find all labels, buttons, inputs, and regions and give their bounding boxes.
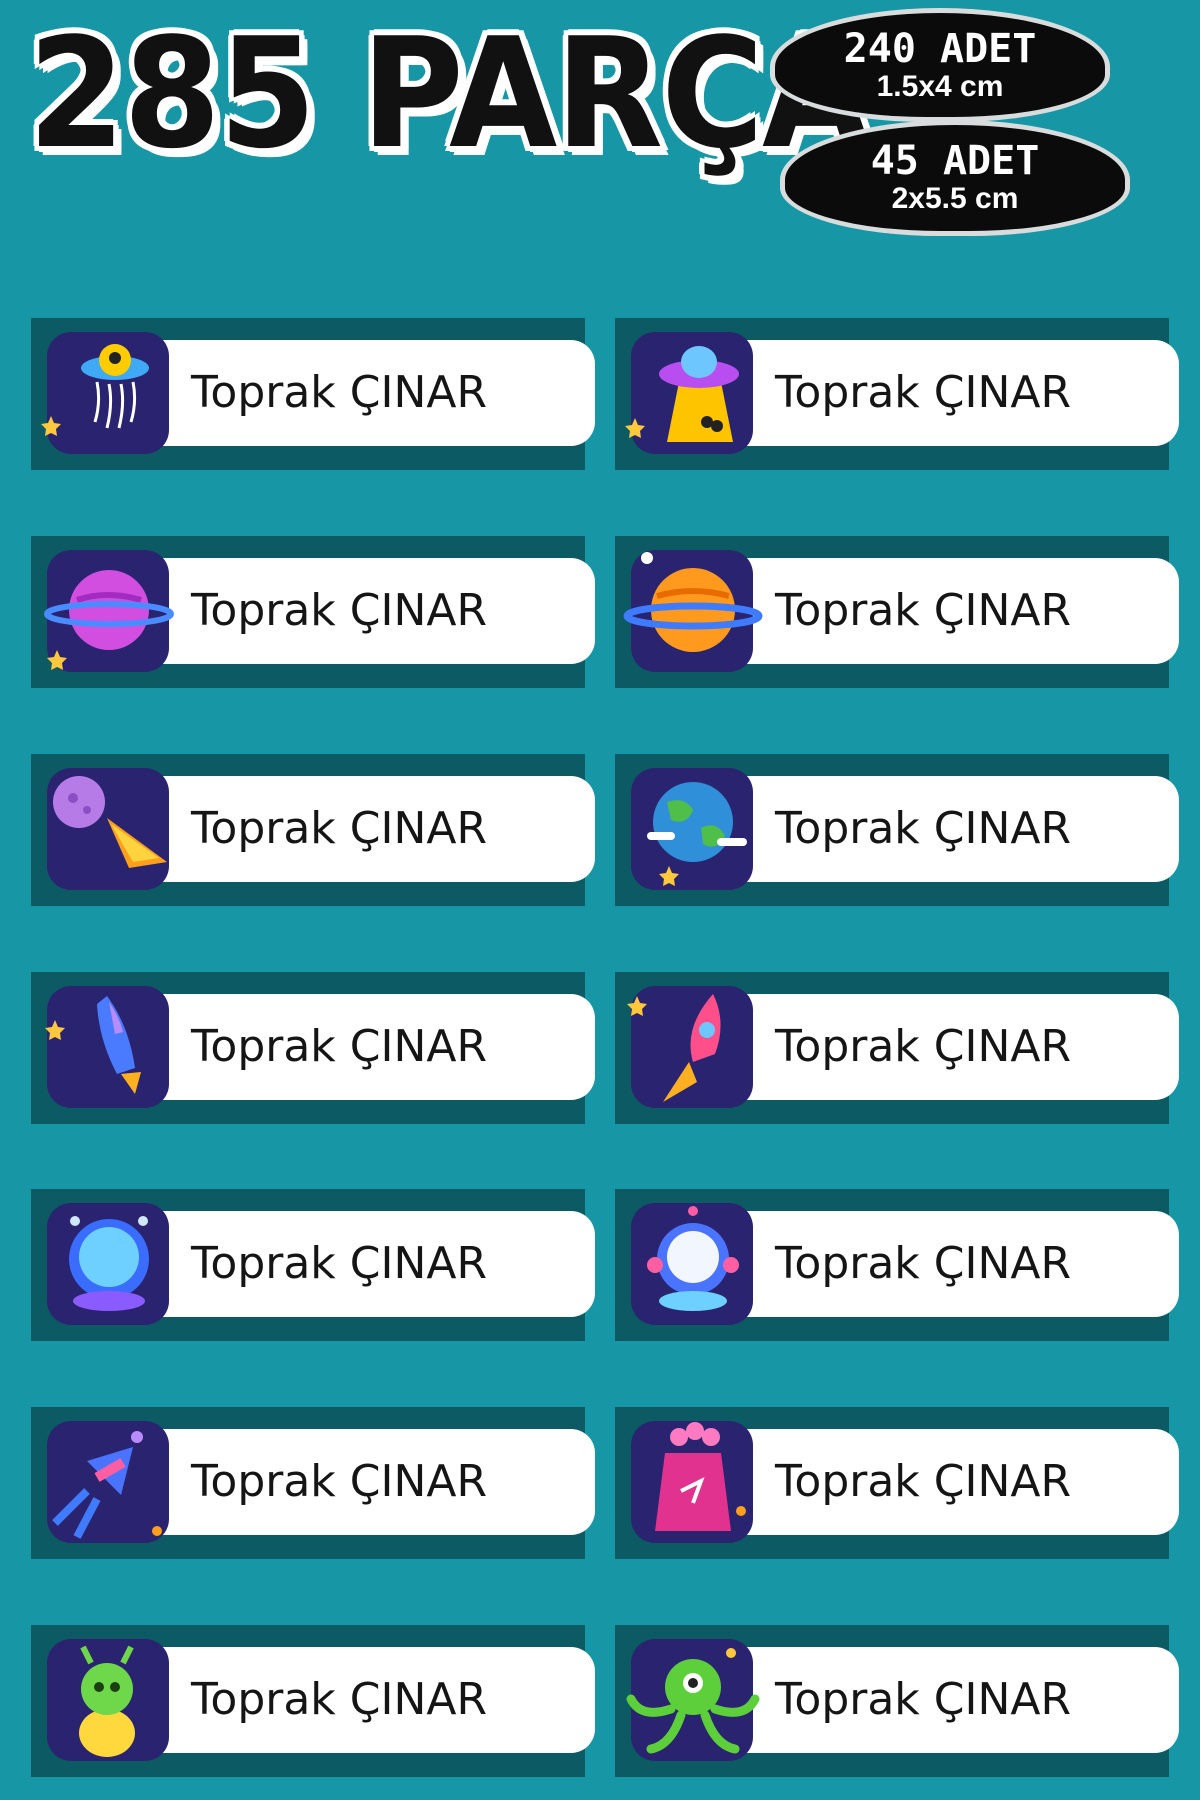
name-label-card: Toprak ÇINAR <box>31 1407 595 1559</box>
label-name: Toprak ÇINAR <box>191 803 488 854</box>
quantity-badge-small: 240 ADET 1.5x4 cm <box>770 8 1110 122</box>
meteor-icon <box>47 768 169 890</box>
pink-planet-icon <box>44 550 174 672</box>
name-label-card: Toprak ÇINAR <box>31 754 595 906</box>
page-title: 285 PARÇA <box>28 5 870 182</box>
label-name: Toprak ÇINAR <box>775 1674 1072 1725</box>
label-name: Toprak ÇINAR <box>191 1456 488 1507</box>
astronaut-helmet-icon <box>47 1203 169 1325</box>
name-label-card: Toprak ÇINAR <box>615 536 1179 688</box>
label-name: Toprak ÇINAR <box>191 1238 488 1289</box>
quantity-badge-large: 45 ADET 2x5.5 cm <box>780 120 1130 236</box>
ufo-beam-icon <box>625 332 753 454</box>
green-octopus-alien-icon <box>626 1639 760 1761</box>
pink-monster-icon <box>631 1421 753 1543</box>
name-label-card: Toprak ÇINAR <box>31 1625 595 1777</box>
label-name: Toprak ÇINAR <box>191 1674 488 1725</box>
label-name: Toprak ÇINAR <box>775 1021 1072 1072</box>
label-name: Toprak ÇINAR <box>775 1456 1072 1507</box>
red-rocket-icon <box>627 986 753 1108</box>
label-name: Toprak ÇINAR <box>775 803 1072 854</box>
label-name: Toprak ÇINAR <box>775 367 1072 418</box>
label-name: Toprak ÇINAR <box>191 367 488 418</box>
earth-icon <box>631 768 753 890</box>
name-label-card: Toprak ÇINAR <box>615 1407 1179 1559</box>
name-label-card: Toprak ÇINAR <box>31 1189 595 1341</box>
name-label-card: Toprak ÇINAR <box>615 972 1179 1124</box>
alien-helmet-icon <box>631 1203 753 1325</box>
name-label-card: Toprak ÇINAR <box>615 1189 1179 1341</box>
name-label-card: Toprak ÇINAR <box>615 1625 1179 1777</box>
label-name: Toprak ÇINAR <box>775 1238 1072 1289</box>
satellite-icon <box>47 1421 169 1543</box>
name-label-card: Toprak ÇINAR <box>31 318 595 470</box>
name-label-card: Toprak ÇINAR <box>615 754 1179 906</box>
label-name: Toprak ÇINAR <box>191 585 488 636</box>
name-label-card: Toprak ÇINAR <box>31 536 595 688</box>
green-alien-icon <box>47 1639 169 1761</box>
label-name: Toprak ÇINAR <box>191 1021 488 1072</box>
name-label-card: Toprak ÇINAR <box>615 318 1179 470</box>
blue-rocket-icon <box>45 986 169 1108</box>
badge-size: 2x5.5 cm <box>891 182 1019 215</box>
name-label-card: Toprak ÇINAR <box>31 972 595 1124</box>
badge-quantity: 240 ADET <box>843 26 1037 72</box>
badge-quantity: 45 ADET <box>870 138 1040 184</box>
label-name: Toprak ÇINAR <box>775 585 1072 636</box>
badge-size: 1.5x4 cm <box>876 70 1004 103</box>
ufo-jellyfish-icon <box>41 332 169 454</box>
orange-planet-icon <box>623 550 763 672</box>
